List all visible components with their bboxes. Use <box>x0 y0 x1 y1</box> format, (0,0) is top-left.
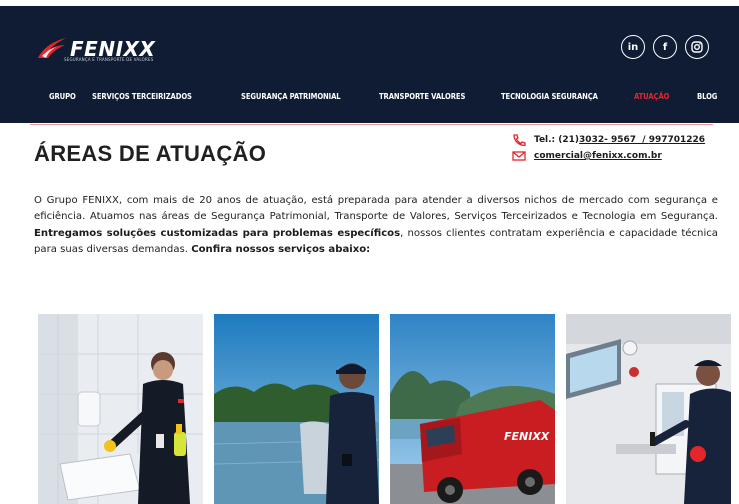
facebook-icon[interactable]: f <box>653 35 677 59</box>
main-nav: GRUPO SERVIÇOS TERCEIRIZADOS SEGURANÇA P… <box>0 92 739 110</box>
email-link[interactable]: comercial@fenixx.com.br <box>534 151 662 161</box>
phone-separator: / <box>636 135 649 145</box>
contact-info: Tel.: (21) 3032- 9567 / 997701226 comerc… <box>512 132 705 164</box>
email-row: comercial@fenixx.com.br <box>512 148 705 164</box>
top-strip <box>0 0 739 6</box>
photo-seguranca-patrimonial[interactable] <box>214 314 379 504</box>
page-title: ÁREAS DE ATUAÇÃO <box>34 141 267 166</box>
phone-icon <box>512 134 526 147</box>
brand-tagline: SEGURANÇA E TRANSPORTE DE VALORES <box>64 57 154 62</box>
photo-servicos-terceirizados[interactable] <box>38 314 203 504</box>
intro-text-1: O Grupo FENIXX, com mais de 20 anos de a… <box>34 195 718 223</box>
nav-item-grupo[interactable]: GRUPO <box>49 92 76 101</box>
nav-item-seguranca-patrimonial[interactable]: SEGURANÇA PATRIMONIAL <box>241 92 341 101</box>
instagram-icon[interactable] <box>685 35 709 59</box>
nav-item-atuacao[interactable]: ATUAÇÃO <box>634 92 669 101</box>
nav-item-tecnologia-seguranca[interactable]: TECNOLOGIA SEGURANÇA <box>501 92 598 101</box>
linkedin-icon[interactable]: in <box>621 35 645 59</box>
intro-bold-1: Entregamos soluções customizadas para pr… <box>34 227 401 239</box>
phone-row: Tel.: (21) 3032- 9567 / 997701226 <box>512 132 705 148</box>
phone-number-1[interactable]: 3032- 9567 <box>579 135 636 145</box>
facebook-label: f <box>662 41 668 53</box>
service-photos: FENIXX <box>38 314 731 504</box>
photo-tecnologia-seguranca[interactable] <box>566 314 731 504</box>
divider <box>30 124 713 125</box>
social-links: in f <box>621 35 709 59</box>
photo-transporte-valores[interactable]: FENIXX <box>390 314 555 504</box>
phone-prefix: Tel.: (21) <box>534 135 580 145</box>
intro-bold-2: Confira nossos serviços abaixo: <box>191 244 371 256</box>
truck-logo-text: FENIXX <box>504 430 550 443</box>
nav-item-blog[interactable]: BLOG <box>697 92 717 101</box>
nav-item-transporte-valores[interactable]: TRANSPORTE VALORES <box>379 92 465 101</box>
phone-number-2[interactable]: 997701226 <box>649 135 705 145</box>
nav-item-servicos-terceirizados[interactable]: SERVIÇOS TERCEIRIZADOS <box>92 92 192 101</box>
intro-paragraph: O Grupo FENIXX, com mais de 20 anos de a… <box>34 193 718 259</box>
linkedin-label: in <box>627 41 639 53</box>
envelope-icon <box>512 150 526 162</box>
